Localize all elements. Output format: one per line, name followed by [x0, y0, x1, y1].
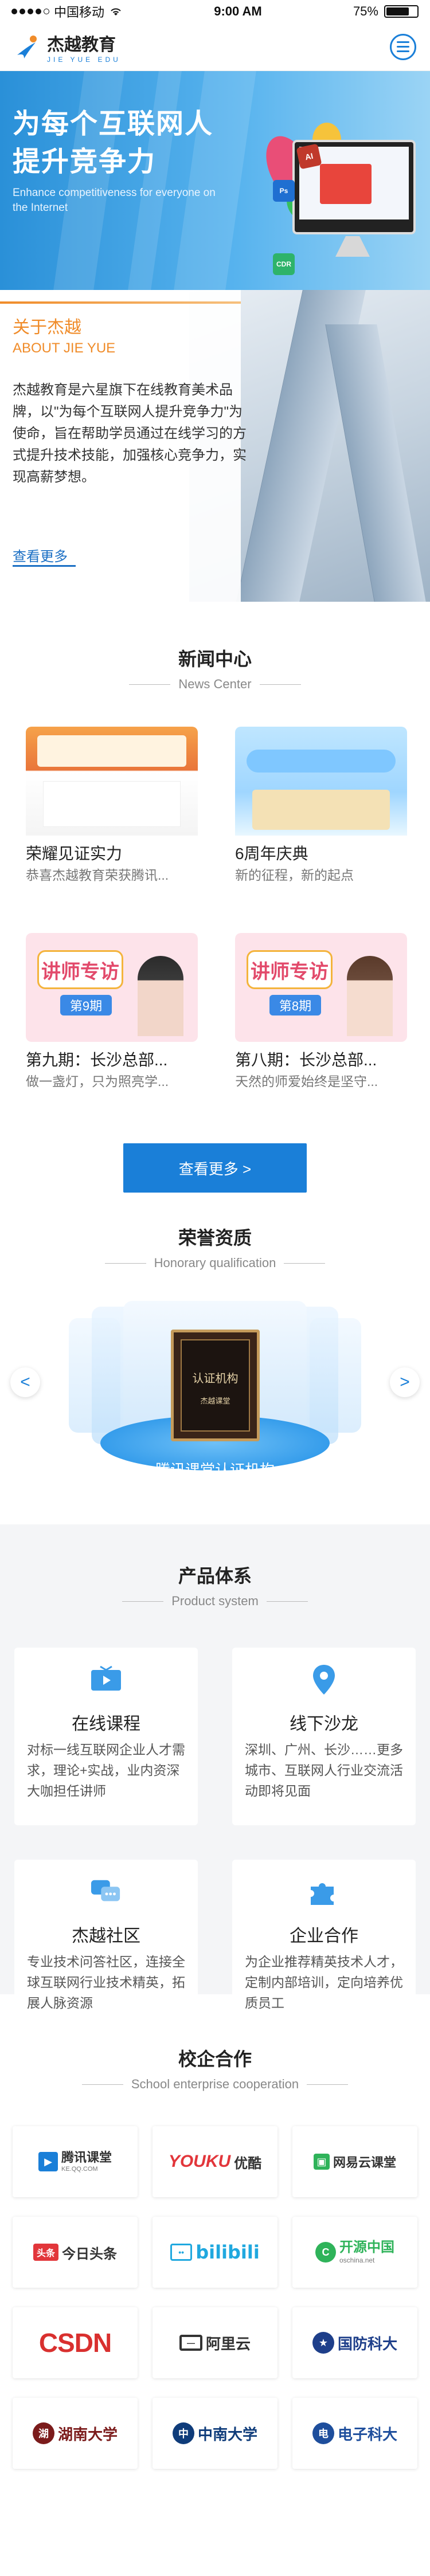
ai-badge-icon: AI — [296, 143, 322, 170]
uestc-emblem-icon: 电 — [312, 2422, 334, 2444]
product-card-enterprise[interactable]: 企业合作 为企业推荐精英技术人才，定制内部培训，定向培养优质员工 — [232, 1860, 416, 2037]
hamburger-menu-icon[interactable] — [390, 33, 416, 60]
status-right: 75% — [353, 4, 419, 19]
banner-headline: 为每个互联网人 提升竞争力 — [13, 109, 214, 177]
news-thumbnail — [235, 727, 407, 836]
product-card-online-course[interactable]: 在线课程 对标一线互联网企业人才需求，理论+实战，业内资深大咖担任讲师 — [14, 1648, 198, 1825]
news-summary: 做一盏灯，只为照亮学... — [26, 1074, 169, 1088]
news-title: 新闻中心 — [178, 649, 252, 669]
news-thumbnail: 讲师专访 第9期 — [26, 933, 198, 1042]
news-title-text: 6周年庆典 — [235, 845, 308, 862]
about-accent-bar — [0, 301, 241, 304]
honor-title: 荣誉资质 — [178, 1228, 252, 1248]
logo-icon — [14, 33, 41, 61]
status-left: 中国移动 — [11, 2, 123, 21]
news-title-text: 荣耀见证实力 — [26, 845, 123, 862]
wifi-icon — [111, 8, 121, 15]
about-section: 关于杰越 ABOUT JIE YUE 杰越教育是六星旗下在线教育美术品牌，以"为… — [0, 290, 430, 602]
news-summary: 恭喜杰越教育荣获腾讯... — [26, 868, 169, 881]
partners-title: 校企合作 — [178, 2049, 252, 2069]
products-title-en: Product system — [171, 1594, 259, 1608]
plaque-title: 认证机构 — [192, 1373, 239, 1385]
honor-title-en: Honorary qualification — [154, 1256, 276, 1270]
news-heading: 新闻中心 News Center — [0, 645, 430, 692]
lecturer-photo — [138, 956, 183, 1036]
status-bar: 中国移动 9:00 AM 75% — [0, 0, 430, 23]
netease-logo-icon: ▣ — [313, 2154, 330, 2170]
partner-csdn[interactable]: CSDN — [13, 2307, 138, 2378]
certificate-plaque: 认证机构 杰越课堂 — [171, 1330, 260, 1441]
oschina-logo-icon: C — [315, 2242, 336, 2263]
partner-hunan-university[interactable]: 湖 湖南大学 — [13, 2398, 138, 2469]
partner-bilibili[interactable]: •• bilibili — [153, 2217, 277, 2288]
news-summary: 天然的师爱始终是坚守... — [235, 1074, 378, 1088]
partner-toutiao[interactable]: 头条 今日头条 — [13, 2217, 138, 2288]
ps-badge-icon: Ps — [273, 180, 295, 202]
news-card[interactable]: 荣耀见证实力 恭喜杰越教育荣获腾讯... — [26, 727, 198, 881]
partner-oschina[interactable]: C 开源中国 oschina.net — [292, 2217, 417, 2288]
toutiao-logo-icon: 头条 — [33, 2244, 58, 2261]
hero-banner[interactable]: 为每个互联网人 提升竞争力 Enhance competitiveness for… — [0, 71, 430, 290]
location-pin-icon — [308, 1664, 340, 1696]
page-root: 中国移动 9:00 AM 75% 杰越教育 JIE YUE EDU 为每个互联网… — [0, 0, 430, 2576]
about-more-link[interactable]: 查看更多 — [13, 545, 68, 565]
chat-icon — [90, 1876, 122, 1908]
about-description: 杰越教育是六星旗下在线教育美术品牌，以"为每个互联网人提升竞争力"为使命，旨在帮… — [13, 382, 247, 485]
partner-nudt[interactable]: ★ 国防科大 — [292, 2307, 417, 2378]
battery-percent: 75% — [353, 4, 378, 18]
logo-pinyin: JIE YUE EDU — [47, 55, 121, 64]
partner-netease-cloud-classroom[interactable]: ▣ 网易云课堂 — [292, 2126, 417, 2197]
partner-aliyun[interactable]: — 阿里云 — [153, 2307, 277, 2378]
partner-youku[interactable]: YOUKU 优酷 — [153, 2126, 277, 2197]
battery-icon — [384, 5, 419, 18]
logo-name: 杰越教育 — [47, 35, 116, 54]
puzzle-icon — [308, 1876, 340, 1908]
news-title-text: 第八期：长沙总部... — [235, 1051, 377, 1069]
about-title-en: ABOUT JIE YUE — [13, 340, 116, 356]
honor-caption: 腾讯课堂认证机构 — [155, 1461, 275, 1479]
partners-title-en: School enterprise cooperation — [131, 2077, 299, 2091]
news-more-button[interactable]: 查看更多 > — [123, 1143, 307, 1193]
partner-central-south-university[interactable]: 中 中南大学 — [153, 2398, 277, 2469]
logo-text: 杰越教育 JIE YUE EDU — [47, 30, 121, 64]
about-more-underline — [13, 565, 76, 567]
products-heading: 产品体系 Product system — [0, 1562, 430, 1609]
partner-tencent-classroom[interactable]: ▶ 腾讯课堂 KE.QQ.COM — [13, 2126, 138, 2197]
clock: 9:00 AM — [214, 4, 262, 18]
monitor-stand — [335, 236, 370, 257]
honor-heading: 荣誉资质 Honorary qualification — [0, 1224, 430, 1271]
news-title-text: 第九期：长沙总部... — [26, 1051, 168, 1069]
site-logo[interactable]: 杰越教育 JIE YUE EDU — [14, 30, 121, 64]
aliyun-logo-icon: — — [179, 2335, 202, 2351]
bilibili-logo-icon: •• — [170, 2244, 193, 2261]
news-summary: 新的征程，新的起点 — [235, 868, 354, 881]
news-card[interactable]: 6周年庆典 新的征程，新的起点 — [235, 727, 407, 881]
product-card-community[interactable]: 杰越社区 专业技术问答社区，连接全球互联网行业技术精英，拓展人脉资源 — [14, 1860, 198, 2037]
partner-uestc[interactable]: 电 电子科大 — [292, 2398, 417, 2469]
carousel-prev-arrow-icon[interactable]: < — [10, 1367, 40, 1397]
plaque-sub: 杰越课堂 — [200, 1397, 230, 1405]
lecturer-photo — [347, 956, 393, 1036]
video-icon — [90, 1664, 122, 1696]
hnu-emblem-icon: 湖 — [32, 2422, 54, 2444]
product-card-salon[interactable]: 线下沙龙 深圳、广州、长沙……更多城市、互联网人行业交流活动即将见面 — [232, 1648, 416, 1825]
news-card[interactable]: 讲师专访 第8期 第八期：长沙总部... 天然的师爱始终是坚守... — [235, 933, 407, 1088]
about-title: 关于杰越 — [13, 318, 81, 337]
partners-heading: 校企合作 School enterprise cooperation — [0, 2045, 430, 2092]
carousel-next-arrow-icon[interactable]: > — [390, 1367, 420, 1397]
banner-subline: Enhance competitiveness for everyone on … — [13, 187, 216, 214]
news-thumbnail — [26, 727, 198, 836]
news-thumbnail: 讲师专访 第8期 — [235, 933, 407, 1042]
tencent-classroom-logo-icon: ▶ — [38, 2152, 58, 2171]
signal-icon — [11, 9, 49, 14]
csu-emblem-icon: 中 — [172, 2422, 194, 2444]
nudt-emblem-icon: ★ — [312, 2332, 334, 2354]
news-title-en: News Center — [178, 677, 252, 691]
site-header: 杰越教育 JIE YUE EDU — [0, 23, 430, 71]
products-title: 产品体系 — [178, 1566, 252, 1586]
news-card[interactable]: 讲师专访 第9期 第九期：长沙总部... 做一盏灯，只为照亮学... — [26, 933, 198, 1088]
cdr-badge-icon: CDR — [273, 253, 295, 275]
carrier-label: 中国移动 — [54, 5, 105, 19]
